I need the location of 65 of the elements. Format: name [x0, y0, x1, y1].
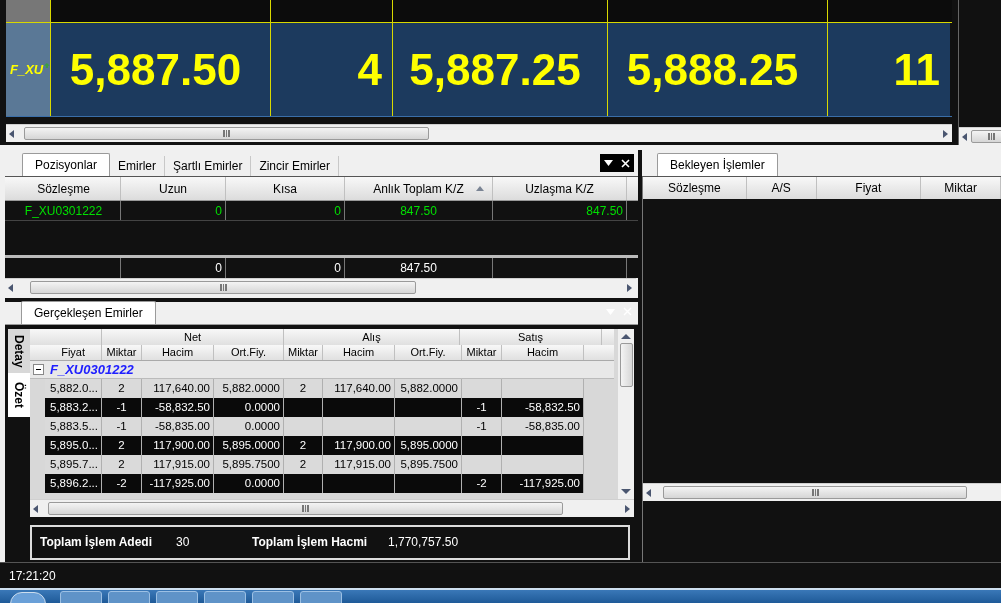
horizontal-scrollbar[interactable] — [643, 483, 1001, 501]
horizontal-scrollbar[interactable] — [959, 127, 1001, 145]
price-cell: 5,888.25 — [607, 23, 827, 116]
tab[interactable]: Bekleyen İşlemler — [657, 153, 778, 176]
horizontal-scrollbar[interactable] — [6, 124, 952, 142]
table-cell: 5,896.2... — [45, 474, 102, 493]
taskbar-button[interactable] — [252, 591, 294, 603]
horizontal-scrollbar[interactable] — [5, 278, 636, 296]
ticker-symbol: F_XU — [9, 60, 44, 79]
column-header[interactable]: Ort.Fiy. — [395, 345, 462, 360]
column-header[interactable]: Kısa — [226, 177, 345, 200]
taskbar-button[interactable] — [300, 591, 342, 603]
price-cell: 11 — [827, 23, 950, 116]
taskbar-button[interactable] — [156, 591, 198, 603]
table-cell: -117,925.00 — [142, 474, 214, 493]
column-header[interactable]: Sözleşme — [7, 177, 121, 200]
taskbar-button[interactable] — [60, 591, 102, 603]
price-cell: 5,887.50 — [50, 23, 270, 116]
price-cell: 4 — [270, 23, 392, 116]
column-header[interactable]: Miktar — [921, 177, 1001, 199]
dropdown-icon[interactable] — [604, 160, 613, 166]
summary-label: Toplam İşlem Hacmi — [252, 534, 369, 551]
table-cell: 0 — [226, 201, 345, 220]
column-header[interactable]: Ort.Fiy. — [214, 345, 284, 360]
column-header[interactable]: Uzun — [121, 177, 226, 200]
table-cell: F_XU0301222 — [7, 201, 121, 220]
status-time: 17:21:20 — [9, 567, 56, 585]
summary-value: 1,770,757.50 — [388, 534, 459, 551]
column-header[interactable]: Sözleşme — [643, 177, 747, 199]
summary-label: Toplam İşlem Adedi — [40, 534, 154, 551]
tab[interactable]: Zincir Emirler — [251, 156, 340, 176]
table-cell: 847.50 — [493, 201, 627, 220]
column-header[interactable]: Uzlaşma K/Z — [493, 177, 627, 200]
taskbar-button[interactable] — [204, 591, 246, 603]
side-tab[interactable]: Detay — [8, 329, 30, 373]
column-header[interactable]: Fiyat — [30, 345, 102, 360]
taskbar-button[interactable] — [108, 591, 150, 603]
column-header[interactable]: Miktar — [462, 345, 502, 360]
column-header[interactable]: A/S — [746, 177, 817, 199]
summary-value: 30 — [176, 534, 190, 551]
table-cell: -2 — [462, 474, 502, 493]
horizontal-scrollbar[interactable] — [30, 499, 634, 517]
collapse-icon[interactable] — [33, 364, 44, 375]
column-header[interactable]: Hacim — [323, 345, 395, 360]
price-cell: 5,887.25 — [392, 23, 607, 116]
side-tab[interactable]: Özet — [8, 373, 30, 417]
column-header[interactable]: Miktar — [284, 345, 323, 360]
table-cell: 0.0000 — [214, 474, 284, 493]
table-cell: 847.50 — [345, 201, 493, 220]
table-cell: -2 — [102, 474, 142, 493]
sort-ascending-icon — [476, 186, 484, 191]
tab[interactable]: Emirler — [110, 156, 166, 176]
table-cell: -117,925.00 — [502, 474, 584, 493]
column-header[interactable]: Anlık Toplam K/Z — [345, 177, 493, 200]
column-header[interactable]: Hacim — [502, 345, 584, 360]
tab[interactable]: Pozisyonlar — [22, 153, 111, 176]
table-cell: 0 — [121, 201, 226, 220]
close-icon[interactable] — [621, 158, 630, 168]
column-header[interactable]: Miktar — [102, 345, 142, 360]
column-header[interactable]: Hacim — [142, 345, 214, 360]
up-arrow-icon — [44, 62, 50, 69]
tab[interactable]: Şartlı Emirler — [165, 156, 252, 176]
group-label: F_XU0301222 — [50, 360, 134, 379]
tab[interactable]: Gerçekleşen Emirler — [21, 301, 156, 324]
column-header[interactable]: Fiyat — [816, 177, 922, 199]
